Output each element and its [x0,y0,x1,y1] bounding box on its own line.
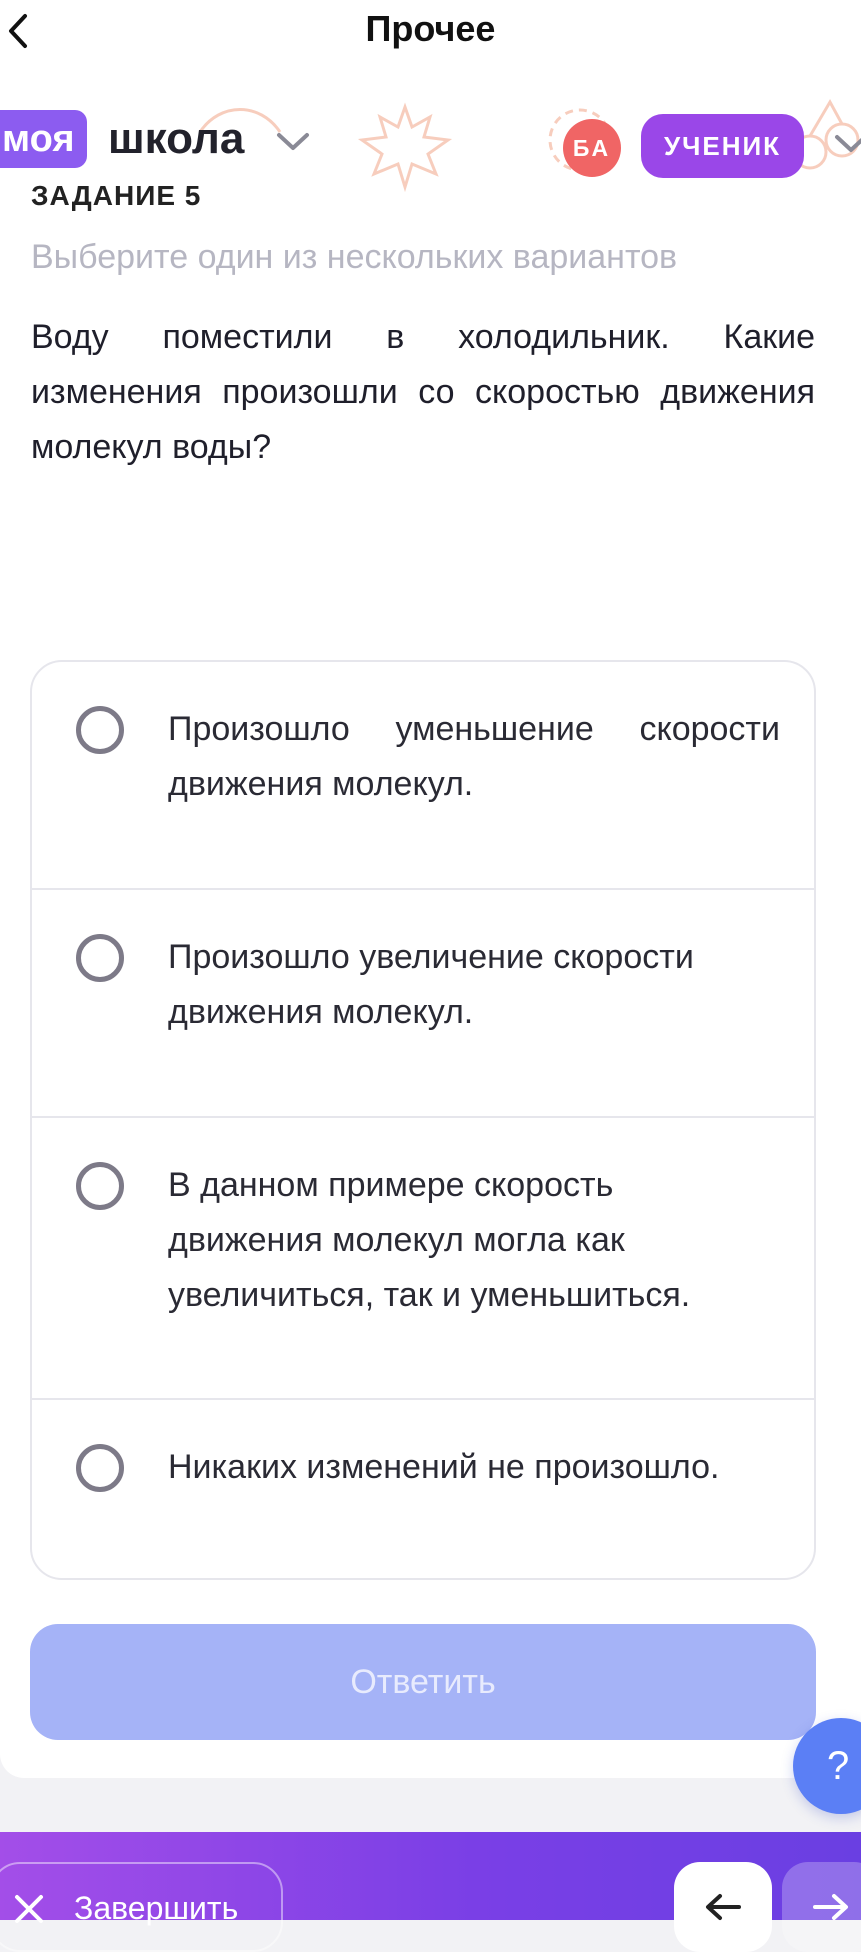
answer-option[interactable]: Произошло увеличение скорости движения м… [32,890,814,1118]
question-text: Воду поместили в холодильник. Какие изме… [31,318,815,466]
logo-shkola: школа [108,114,245,163]
option-label: Никаких изменений не произошло. [168,1448,720,1486]
logo-moya: моя [0,110,87,168]
radio-button[interactable] [76,1162,124,1210]
answer-option[interactable]: Произошло уменьшение скорости движения м… [32,662,814,890]
chevron-down-icon[interactable] [276,132,310,152]
top-navigation-bar: Прочее [0,0,861,62]
radio-button[interactable] [76,1444,124,1492]
answer-option[interactable]: В данном примере скорость движения молек… [32,1118,814,1400]
answer-options: Произошло уменьшение скорости движения м… [30,660,816,1580]
page-title: Прочее [365,8,496,49]
chevron-down-icon[interactable] [834,134,861,154]
arrow-left-icon [706,1894,741,1920]
radio-button[interactable] [76,706,124,754]
bottom-action-bar: Завершить [0,1832,861,1952]
task-hint: Выберите один из нескольких вариантов [31,238,678,276]
finish-label: Завершить [74,1890,239,1926]
arrow-right-icon [813,1894,848,1920]
close-icon [15,1895,43,1923]
option-label: Произошло уменьшение скорости движения м… [168,710,780,803]
brand-header: моя школа БА УЧЕНИК [0,62,861,195]
submit-button[interactable]: Ответить [30,1624,816,1740]
avatar[interactable]: БА [563,119,621,177]
option-label: В данном примере скорость движения молек… [168,1166,691,1314]
radio-button[interactable] [76,934,124,982]
leaf-decoration-icon [357,102,453,192]
role-button[interactable]: УЧЕНИК [641,114,804,178]
option-label: Произошло увеличение скорости движения м… [168,938,694,1031]
finish-button[interactable]: Завершить [0,1862,283,1952]
task-content: ЗАДАНИЕ 5 Выберите один из нескольких ва… [0,180,861,1778]
answer-option[interactable]: Никаких изменений не произошло. [32,1400,814,1578]
next-task-button[interactable] [782,1862,861,1952]
previous-task-button[interactable] [674,1862,772,1952]
task-label: ЗАДАНИЕ 5 [31,180,202,211]
